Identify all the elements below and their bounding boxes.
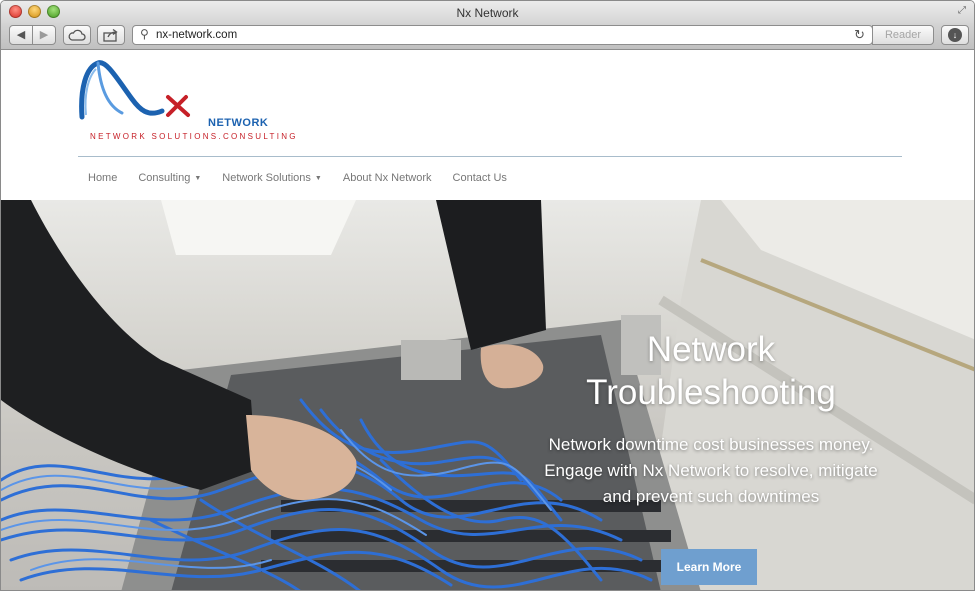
address-bar[interactable]: ⚲ nx-network.com ↻ (132, 25, 873, 45)
nav-item-contact[interactable]: Contact Us (453, 172, 507, 184)
reader-button[interactable]: Reader (872, 25, 934, 45)
downloads-button[interactable]: ↓ (941, 25, 969, 45)
dropdown-caret-icon: ▼ (194, 175, 202, 182)
nav-item-consulting[interactable]: Consulting ▼ (138, 172, 201, 184)
nav-item-about[interactable]: About Nx Network (343, 172, 432, 184)
back-button[interactable]: ◀ (9, 25, 33, 45)
main-navigation: Home Consulting ▼ Network Solutions ▼ Abou… (88, 172, 507, 184)
share-icon (103, 28, 118, 42)
nav-item-home[interactable]: Home (88, 172, 117, 184)
hero-title-line-1: Network (646, 330, 776, 369)
icloud-tabs-button[interactable] (63, 25, 91, 45)
nav-item-label: Consulting (138, 172, 191, 184)
dropdown-caret-icon: ▼ (314, 175, 322, 182)
forward-arrow-icon: ▶ (39, 29, 49, 41)
title-bar: Nx Network ⤢ (1, 1, 974, 23)
header-divider (78, 156, 902, 157)
url-text: nx-network.com (156, 29, 238, 41)
hero-banner: Network Troubleshooting Network downtime… (1, 200, 974, 590)
browser-toolbar: ◀ ▶ ⚲ nx-network.com ↻ Reader ↓ (1, 23, 974, 50)
back-arrow-icon: ◀ (16, 29, 26, 41)
nav-item-network-solutions[interactable]: Network Solutions ▼ (222, 172, 322, 184)
hero-title-line-2: Troubleshooting (586, 373, 836, 412)
web-page: NETWORK NETWORK SOLUTIONS.CONSULTING Hom… (1, 51, 974, 590)
fullscreen-icon[interactable]: ⤢ (956, 5, 968, 17)
forward-button[interactable]: ▶ (32, 25, 56, 45)
nav-item-label: About Nx Network (342, 172, 432, 184)
site-link-icon: ⚲ (140, 27, 149, 41)
cloud-icon (68, 29, 86, 41)
window-title: Nx Network (456, 6, 519, 20)
nav-item-label: Network Solutions (222, 172, 311, 184)
nav-item-label: Home (88, 172, 118, 184)
learn-more-button[interactable]: Learn More (661, 549, 757, 585)
nx-network-logo[interactable]: NETWORK NETWORK SOLUTIONS.CONSULTING (76, 59, 306, 141)
reload-icon[interactable]: ↻ (854, 27, 865, 43)
nx-logo-mark (79, 60, 190, 120)
logo-tagline: NETWORK SOLUTIONS.CONSULTING (90, 132, 298, 141)
hero-title: Network Troubleshooting (541, 328, 881, 414)
hero-description: Network downtime cost businesses money. … (544, 435, 878, 506)
browser-window: Nx Network ⤢ ◀ ▶ ⚲ nx-network.com ↻ Read… (0, 0, 975, 591)
download-icon: ↓ (948, 28, 962, 42)
share-button[interactable] (97, 25, 125, 45)
logo-wordmark: NETWORK (208, 117, 269, 129)
nav-item-label: Contact Us (452, 172, 507, 184)
